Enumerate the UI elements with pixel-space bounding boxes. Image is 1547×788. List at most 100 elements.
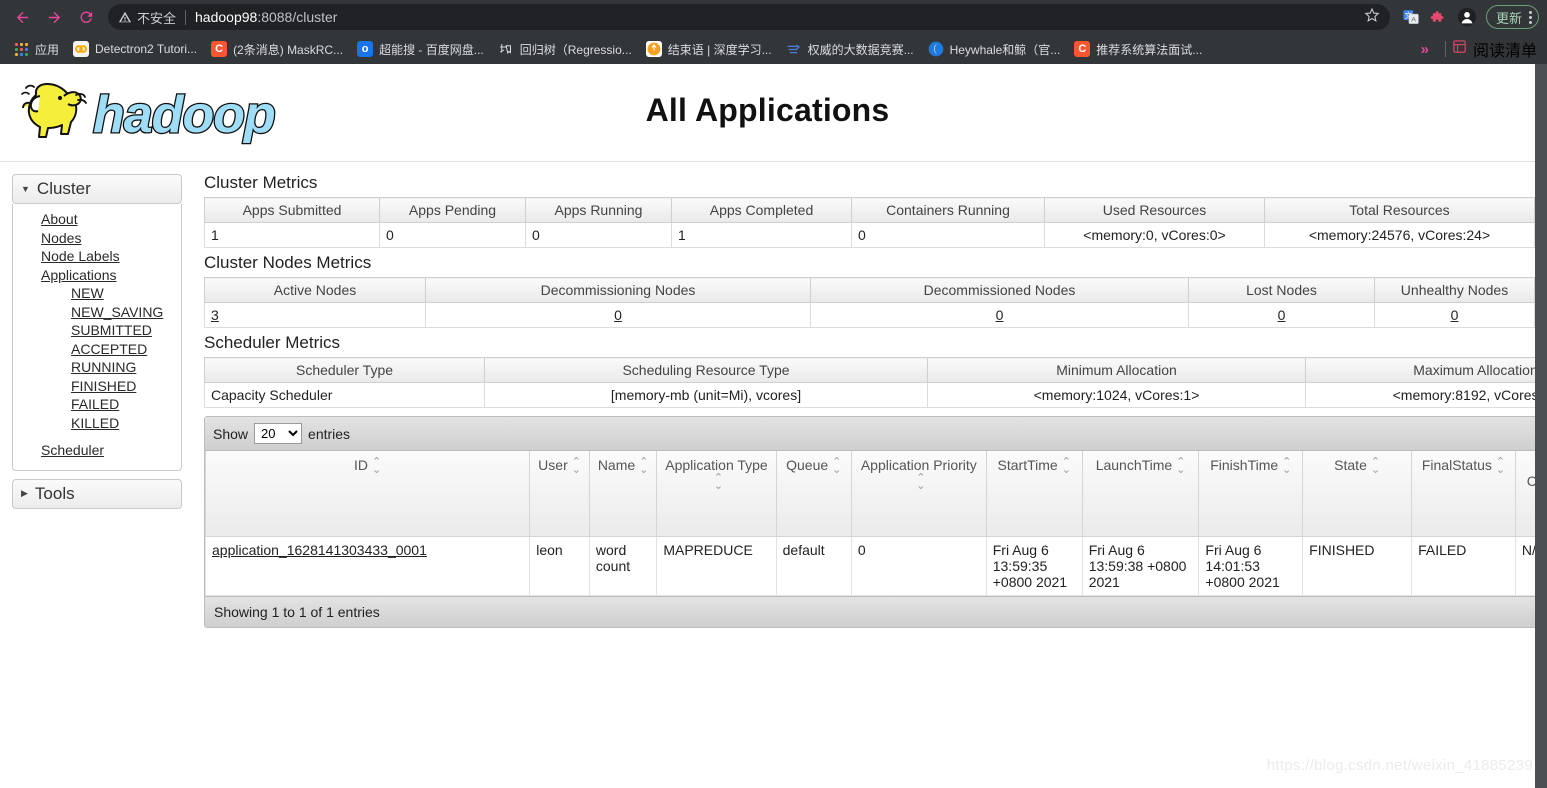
csdn-icon: C — [1074, 41, 1091, 57]
sidebar-item-applications[interactable]: Applications — [13, 266, 181, 285]
update-button[interactable]: 更新 — [1485, 5, 1539, 29]
bookmark-detectron2[interactable]: Detectron2 Tutori... — [66, 37, 204, 61]
table-row: 3 0 0 0 0 — [204, 302, 1535, 328]
url-path: :8088/cluster — [257, 9, 338, 25]
col-active-nodes: Active Nodes — [204, 277, 426, 303]
extensions-puzzle-icon[interactable] — [1426, 4, 1452, 30]
col-user[interactable]: User ⌃ ⌄ — [529, 451, 590, 538]
bookmark-maskrcnn[interactable]: C (2条消息) MaskRC... — [204, 37, 350, 61]
col-label: Application Priority — [860, 457, 977, 473]
unhealthy-nodes-link[interactable]: 0 — [1451, 307, 1459, 323]
cluster-metrics-table: Apps Submitted Apps Pending Apps Running… — [204, 197, 1535, 248]
security-status-text: 不安全 — [137, 10, 177, 26]
sidebar-item-accepted[interactable]: ACCEPTED — [13, 340, 181, 359]
sidebar-item-about[interactable]: About — [13, 210, 181, 229]
sidebar-section-cluster[interactable]: ▼ Cluster — [12, 174, 182, 204]
bookmarks-bar: 应用 Detectron2 Tutori... C (2条消息) MaskRC.… — [0, 34, 1547, 64]
cell-unhealthy-nodes: 0 — [1374, 302, 1535, 328]
page-size-select[interactable]: 20 50 100 — [254, 423, 303, 444]
col-application-priority[interactable]: Application Priority⌃ ⌄ — [850, 451, 987, 538]
sidebar-item-submitted[interactable]: SUBMITTED — [13, 321, 181, 340]
decommissioned-nodes-link[interactable]: 0 — [996, 307, 1004, 323]
col-finalstatus[interactable]: FinalStatus ⌃ ⌄ — [1411, 451, 1516, 538]
applications-table: ID ⌃ ⌄ User ⌃ ⌄ Name ⌃ ⌄ Application Type⌃ ⌄ Qu… — [204, 451, 1535, 597]
col-decommissioning-nodes: Decommissioning Nodes — [425, 277, 811, 303]
sort-arrows-icon: ⌃ ⌄ — [1176, 456, 1186, 477]
reload-arrow-icon[interactable] — [72, 3, 100, 31]
col-launchtime[interactable]: LaunchTime ⌃ ⌄ — [1081, 451, 1200, 538]
col-running-containers[interactable]: Running Containers⌃⌄ — [1514, 451, 1535, 538]
chevron-down-icon: ▼ — [21, 184, 30, 194]
zhihu-icon — [498, 41, 514, 57]
col-id[interactable]: ID ⌃ ⌄ — [204, 451, 531, 538]
bookmark-baidu-pan[interactable]: o 超能搜 - 百度网盘... — [350, 37, 491, 61]
reading-list-label[interactable]: 阅读清单 — [1473, 37, 1537, 61]
decommissioning-nodes-link[interactable]: 0 — [614, 307, 622, 323]
main-content: Cluster Metrics Apps Submitted Apps Pend… — [182, 162, 1535, 629]
translate-icon[interactable]: 文 A — [1398, 4, 1424, 30]
sidebar-item-scheduler[interactable]: Scheduler — [13, 441, 181, 460]
col-label: FinishTime — [1210, 457, 1279, 473]
col-label: LaunchTime — [1095, 457, 1173, 473]
sidebar-item-killed[interactable]: KILLED — [13, 414, 181, 433]
bookmark-apps[interactable]: 应用 — [6, 37, 66, 61]
col-queue[interactable]: Queue ⌃ ⌄ — [775, 451, 852, 538]
warning-triangle-icon — [118, 10, 132, 24]
cell-decommissioned-nodes: 0 — [810, 302, 1189, 328]
bookmark-bigdata-contest[interactable]: 权威的大数据竞赛... — [779, 37, 921, 61]
profile-avatar-icon[interactable] — [1454, 4, 1480, 30]
datatable-info: Showing 1 to 1 of 1 entries — [205, 596, 1535, 628]
col-application-type[interactable]: Application Type⌃ ⌄ — [656, 451, 777, 538]
search-o-icon: o — [357, 41, 374, 57]
forward-arrow-icon[interactable] — [40, 3, 68, 31]
lost-nodes-link[interactable]: 0 — [1278, 307, 1286, 323]
col-label: Application Type — [665, 457, 768, 473]
chrome-menu-icon[interactable] — [1529, 10, 1532, 24]
applications-datatable: Show 20 50 100 entries — [204, 416, 1535, 629]
address-bar[interactable]: 不安全 hadoop98:8088/cluster — [108, 4, 1390, 30]
col-name[interactable]: Name ⌃ ⌄ — [588, 451, 658, 538]
apps-grid-icon — [13, 41, 29, 57]
col-starttime[interactable]: StartTime ⌃ ⌄ — [985, 451, 1083, 538]
entries-label: entries — [308, 425, 351, 442]
sidebar: ▼ Cluster About Nodes Node Labels Applic… — [0, 162, 182, 509]
cell-apps-pending: 0 — [379, 222, 526, 248]
page-right-gutter — [1535, 64, 1547, 788]
col-state[interactable]: State ⌃ ⌄ — [1302, 451, 1413, 538]
bookmark-deep-learning[interactable]: 结束语 | 深度学习... — [639, 37, 779, 61]
sidebar-item-new-saving[interactable]: NEW_SAVING — [13, 303, 181, 322]
sidebar-item-finished[interactable]: FINISHED — [13, 377, 181, 396]
sidebar-section-tools[interactable]: ▶ Tools — [12, 478, 182, 509]
cell-id: application_1628141303433_0001 — [204, 536, 531, 597]
cell-application-priority: 0 — [850, 536, 987, 597]
active-nodes-link[interactable]: 3 — [211, 307, 219, 323]
bookmark-heywhale[interactable]: Heywhale和鲸（官... — [921, 37, 1068, 61]
col-finishtime[interactable]: FinishTime ⌃ ⌄ — [1198, 451, 1304, 538]
bookmark-label: (2条消息) MaskRC... — [233, 42, 344, 57]
sidebar-item-new[interactable]: NEW — [13, 284, 181, 303]
bookmark-recsys-interview[interactable]: C 推荐系统算法面试... — [1067, 37, 1209, 61]
col-apps-pending: Apps Pending — [379, 197, 526, 223]
table-row: Capacity Scheduler [memory-mb (unit=Mi),… — [204, 382, 1535, 408]
sort-arrows-icon: ⌃ ⌄ — [832, 456, 842, 477]
bookmarks-divider — [1444, 41, 1446, 57]
cluster-nodes-metrics-heading: Cluster Nodes Metrics — [204, 253, 372, 272]
bookmarks-overflow-button[interactable]: » — [1411, 41, 1439, 58]
sidebar-item-node-labels[interactable]: Node Labels — [13, 247, 181, 266]
sidebar-section-label: Cluster — [36, 179, 91, 198]
col-label: ID — [354, 457, 368, 473]
sidebar-item-nodes[interactable]: Nodes — [13, 229, 181, 248]
col-apps-submitted: Apps Submitted — [204, 197, 380, 223]
url-host: hadoop98 — [195, 9, 258, 25]
sidebar-item-running[interactable]: RUNNING — [13, 358, 181, 377]
col-containers-running: Containers Running — [851, 197, 1045, 223]
dc-icon — [786, 41, 802, 57]
application-id-link[interactable]: application_1628141303433_0001 — [212, 542, 427, 558]
star-icon[interactable] — [1360, 7, 1384, 28]
browser-toolbar: 不安全 hadoop98:8088/cluster 文 A 更新 — [0, 0, 1547, 34]
sidebar-item-failed[interactable]: FAILED — [13, 395, 181, 414]
cell-queue: default — [775, 536, 852, 597]
col-scheduling-resource-type: Scheduling Resource Type — [484, 357, 928, 383]
back-arrow-icon[interactable] — [8, 3, 36, 31]
bookmark-regression-tree[interactable]: 回归树（Regressio... — [491, 37, 639, 61]
